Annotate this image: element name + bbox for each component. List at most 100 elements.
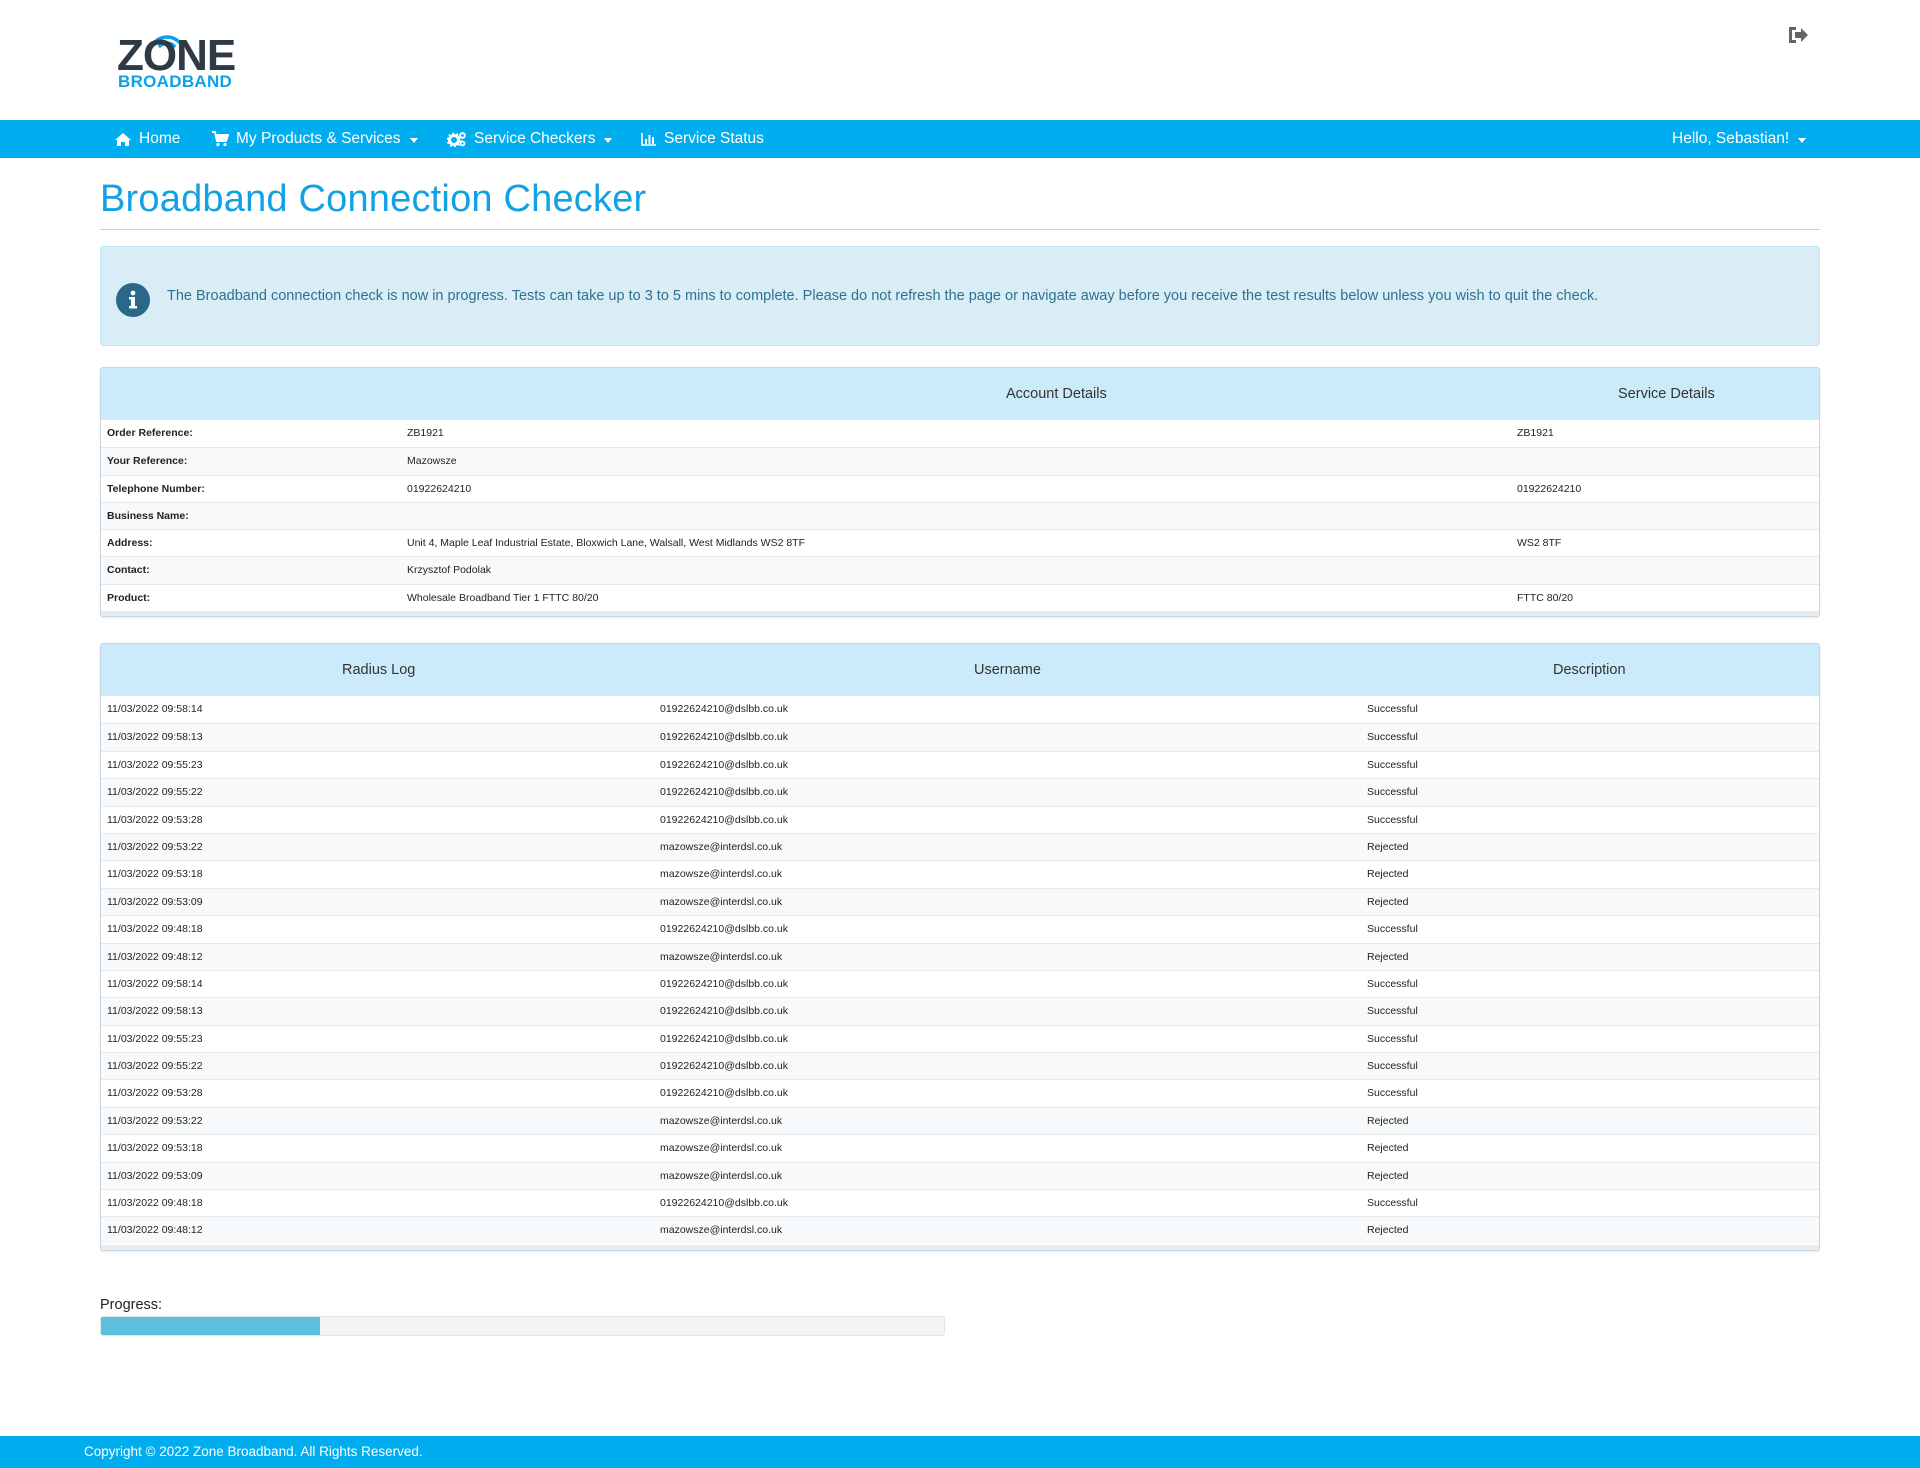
top-header: ZONE BROADBAND	[0, 0, 1920, 120]
info-alert: The Broadband connection check is now in…	[100, 246, 1820, 346]
nav-my-products-services[interactable]: My Products & Services	[211, 120, 418, 158]
table-row: 11/03/2022 09:55:22 01922624210@dslbb.co.…	[101, 1052, 1819, 1080]
service-value: WS2 8TF	[1517, 537, 1562, 550]
table-row: Your Reference: Mazowsze	[101, 447, 1819, 475]
table-row: 11/03/2022 09:55:23 01922624210@dslbb.co.…	[101, 1024, 1819, 1052]
log-timestamp: 11/03/2022 09:58:14	[107, 977, 203, 990]
table-row: 11/03/2022 09:53:18 mazowsze@interdsl.co.…	[101, 860, 1819, 887]
main-navbar: Home My Products & Services Service Chec…	[0, 120, 1920, 158]
log-description: Rejected	[1367, 1169, 1409, 1182]
log-username: 01922624210@dslbb.co.uk	[660, 703, 789, 715]
log-description: Successful	[1367, 703, 1418, 715]
table-row: Contact: Krzysztof Podolak	[101, 556, 1819, 584]
account-value: 01922624210	[407, 482, 472, 495]
page-title: Broadband Connection Checker	[100, 178, 647, 220]
log-username: 01922624210@dslbb.co.uk	[660, 1197, 789, 1210]
table-row: 11/03/2022 09:53:18 mazowsze@interdsl.co.…	[101, 1134, 1819, 1161]
account-value: Krzysztof Podolak	[407, 564, 492, 577]
log-username: 01922624210@dslbb.co.uk	[660, 786, 789, 799]
bar-chart-icon	[641, 133, 656, 146]
table-row: Product: Wholesale Broadband Tier 1 FTTC …	[101, 583, 1819, 611]
progress-bar	[100, 1316, 945, 1336]
log-timestamp: 11/03/2022 09:48:18	[107, 923, 203, 936]
footer: Copyright © 2022 Zone Broadband. All Rig…	[0, 1436, 1920, 1468]
log-username: 01922624210@dslbb.co.uk	[660, 758, 789, 771]
log-timestamp: 11/03/2022 09:53:28	[107, 813, 203, 826]
log-description: Successful	[1367, 1032, 1418, 1045]
account-details-heading: Account Details	[1006, 386, 1107, 402]
title-divider	[100, 229, 1820, 230]
nav-service-status-label: Service Status	[664, 130, 764, 147]
table-row: 11/03/2022 09:58:14 01922624210@dslbb.co.…	[101, 969, 1819, 997]
log-timestamp: 11/03/2022 09:53:18	[107, 868, 203, 881]
account-value: Wholesale Broadband Tier 1 FTTC 80/20	[407, 591, 599, 604]
account-value: ZB1921	[407, 427, 444, 439]
service-value: ZB1921	[1517, 427, 1554, 439]
log-timestamp: 11/03/2022 09:48:18	[107, 1197, 203, 1210]
row-label: Address:	[107, 537, 153, 550]
account-value: Unit 4, Maple Leaf Industrial Estate, Bl…	[407, 537, 806, 550]
row-label: Contact:	[107, 564, 150, 577]
row-label: Product:	[107, 591, 151, 604]
nav-home[interactable]: Home	[114, 120, 180, 158]
info-message: The Broadband connection check is now in…	[167, 288, 1599, 304]
zone-broadband-logo[interactable]: ZONE BROADBAND	[117, 28, 237, 92]
row-label: Telephone Number:	[107, 482, 205, 495]
log-description: Rejected	[1367, 868, 1409, 881]
log-username: mazowsze@interdsl.co.uk	[660, 1142, 783, 1155]
log-description: Successful	[1367, 758, 1418, 771]
user-greeting: Hello, Sebastian!	[1672, 130, 1790, 147]
sign-out-icon[interactable]	[1786, 24, 1810, 46]
log-timestamp: 11/03/2022 09:58:14	[107, 703, 203, 715]
nav-service-checkers[interactable]: Service Checkers	[447, 120, 613, 158]
table-row: 11/03/2022 09:53:22 mazowsze@interdsl.co.…	[101, 1106, 1819, 1135]
service-value: 01922624210	[1517, 482, 1582, 495]
log-timestamp: 11/03/2022 09:55:22	[107, 786, 203, 799]
log-description: Successful	[1367, 923, 1418, 936]
log-description: Rejected	[1367, 840, 1409, 853]
username-heading: Username	[974, 662, 1041, 678]
log-description: Rejected	[1367, 1114, 1409, 1127]
table-row: Address: Unit 4, Maple Leaf Industrial Es…	[101, 529, 1819, 556]
log-username: 01922624210@dslbb.co.uk	[660, 1005, 789, 1018]
progress-bar-fill	[101, 1317, 321, 1335]
chevron-down-icon	[604, 137, 613, 143]
log-timestamp: 11/03/2022 09:55:22	[107, 1060, 203, 1073]
row-label: Business Name:	[107, 509, 189, 522]
log-description: Rejected	[1367, 1224, 1409, 1237]
table-row: 11/03/2022 09:53:28 01922624210@dslbb.co.…	[101, 805, 1819, 833]
table-row: Business Name:	[101, 501, 1819, 530]
table-bottom-bar	[101, 1245, 1819, 1250]
shopping-cart-icon	[212, 131, 229, 147]
row-label: Your Reference:	[107, 455, 188, 468]
log-username: mazowsze@interdsl.co.uk	[660, 1114, 783, 1127]
table-row: 11/03/2022 09:48:12 mazowsze@interdsl.co.…	[101, 942, 1819, 970]
info-circle-icon	[116, 283, 150, 317]
table-row: 11/03/2022 09:53:28 01922624210@dslbb.co.…	[101, 1079, 1819, 1106]
table-row: 11/03/2022 09:53:22 mazowsze@interdsl.co.…	[101, 832, 1819, 861]
log-username: mazowsze@interdsl.co.uk	[660, 1224, 783, 1237]
log-username: 01922624210@dslbb.co.uk	[660, 813, 789, 826]
log-description: Rejected	[1367, 895, 1409, 908]
table-row: 11/03/2022 09:58:13 01922624210@dslbb.co.…	[101, 723, 1819, 751]
table-row: 11/03/2022 09:48:18 01922624210@dslbb.co.…	[101, 915, 1819, 942]
account-table-body: Order Reference: ZB1921 ZB1921 Your Referen…	[101, 420, 1819, 611]
nav-service-status[interactable]: Service Status	[641, 120, 764, 158]
user-menu[interactable]: Hello, Sebastian!	[1672, 120, 1807, 158]
log-description: Rejected	[1367, 950, 1409, 963]
log-timestamp: 11/03/2022 09:53:22	[107, 1114, 203, 1127]
log-username: 01922624210@dslbb.co.uk	[660, 1032, 789, 1045]
chevron-down-icon	[409, 137, 418, 143]
account-details-table: Account Details Service Details Order Re…	[100, 367, 1820, 617]
table-row: Telephone Number: 01922624210 01922624210	[101, 474, 1819, 502]
log-timestamp: 11/03/2022 09:55:23	[107, 758, 203, 771]
log-timestamp: 11/03/2022 09:58:13	[107, 1005, 203, 1018]
log-description: Successful	[1367, 977, 1418, 990]
log-description: Rejected	[1367, 1142, 1409, 1155]
table-row: 11/03/2022 09:53:09 mazowsze@interdsl.co.…	[101, 887, 1819, 916]
account-table-header: Account Details Service Details	[101, 368, 1819, 420]
table-row: 11/03/2022 09:58:14 01922624210@dslbb.co.…	[101, 696, 1819, 723]
log-description: Successful	[1367, 1060, 1418, 1073]
service-value: FTTC 80/20	[1517, 591, 1574, 604]
gears-icon	[447, 132, 466, 147]
